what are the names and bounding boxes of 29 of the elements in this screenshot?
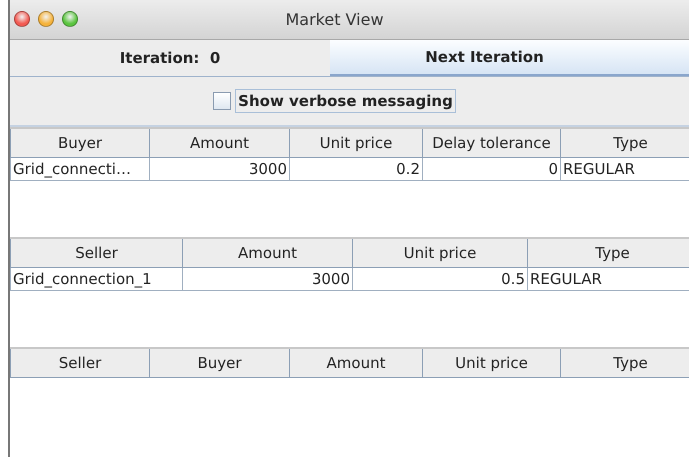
table-cell: Grid_connecti… <box>10 157 150 180</box>
column-header[interactable]: Seller <box>10 239 182 267</box>
column-header[interactable]: Amount <box>182 239 352 267</box>
table-cell: Grid_connection_1 <box>10 267 182 290</box>
column-header[interactable]: Seller <box>10 349 150 377</box>
column-header[interactable]: Type <box>560 349 689 377</box>
table-cell: 0 <box>422 157 560 180</box>
column-header[interactable]: Type <box>560 129 689 157</box>
window-control-icon[interactable] <box>62 11 78 27</box>
checkbox-label: Show verbose messaging <box>235 88 456 114</box>
column-header[interactable]: Delay tolerance <box>422 129 560 157</box>
column-header[interactable]: Buyer <box>150 349 290 377</box>
window-control-icon[interactable] <box>14 11 30 27</box>
next-iteration-button[interactable]: Next Iteration <box>330 40 689 76</box>
window-control-icon[interactable] <box>38 11 54 27</box>
table-cell: 3000 <box>150 157 290 180</box>
column-header[interactable]: Amount <box>150 129 290 157</box>
column-header[interactable]: Unit price <box>422 349 560 377</box>
table-cell: 3000 <box>182 267 352 290</box>
iteration-label: Iteration: 0 <box>118 48 222 69</box>
table-cell: 0.5 <box>352 267 528 290</box>
column-header[interactable]: Amount <box>290 349 422 377</box>
checkbox[interactable] <box>213 92 232 110</box>
table-cell: 0.2 <box>290 157 422 180</box>
column-header[interactable]: Unit price <box>352 239 528 267</box>
column-header[interactable]: Type <box>528 239 689 267</box>
window-title: Market View <box>285 8 384 30</box>
column-header[interactable]: Unit price <box>290 129 422 157</box>
column-header[interactable]: Buyer <box>10 129 150 157</box>
